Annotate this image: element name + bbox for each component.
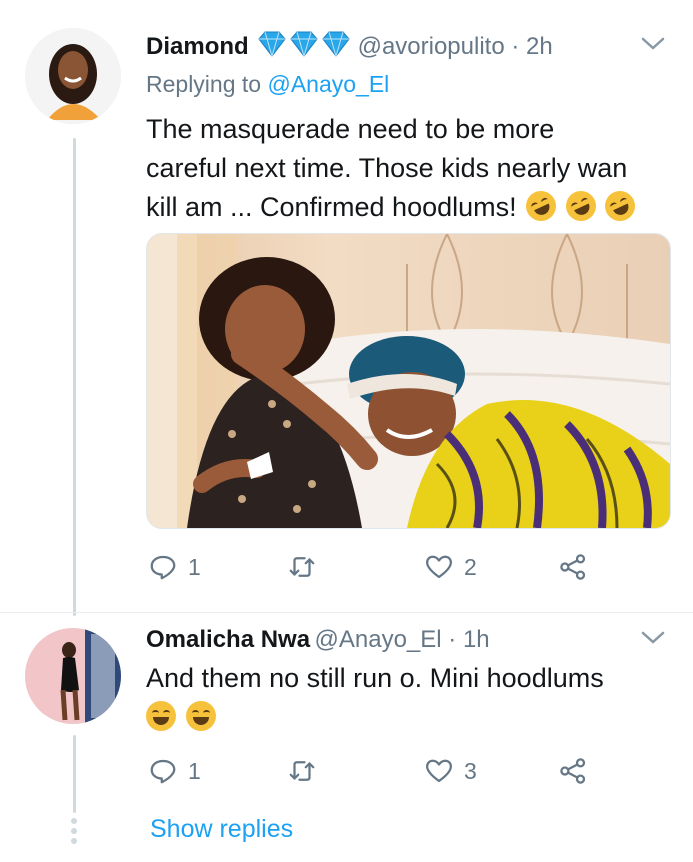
like-count: 2 xyxy=(464,553,477,580)
tweet-text-line: careful next time. Those kids nearly wan xyxy=(146,153,628,183)
retweet-button[interactable] xyxy=(287,552,327,582)
share-icon xyxy=(560,758,586,784)
reply-icon xyxy=(150,555,176,580)
display-name[interactable]: Omalicha Nwa xyxy=(146,626,310,653)
like-icon xyxy=(426,555,452,579)
timestamp[interactable]: 2h xyxy=(526,33,553,60)
diamond-icon xyxy=(257,30,353,63)
share-icon xyxy=(560,554,586,580)
thread-line xyxy=(73,138,76,616)
replying-prefix: Replying to xyxy=(146,71,268,97)
show-replies-link[interactable]: Show replies xyxy=(150,815,293,844)
reply-button[interactable]: 1 xyxy=(148,552,201,582)
retweet-icon xyxy=(289,557,315,577)
laughing-emoji xyxy=(185,701,216,731)
reply-icon xyxy=(150,759,176,784)
like-button[interactable]: 3 xyxy=(424,756,477,786)
retweet-button[interactable] xyxy=(287,756,327,786)
like-icon xyxy=(426,759,452,783)
timestamp[interactable]: 1h xyxy=(463,626,490,653)
chevron-down-icon[interactable] xyxy=(640,34,666,54)
retweet-icon xyxy=(289,761,315,781)
reply-count: 1 xyxy=(188,757,201,784)
thread-line-2 xyxy=(73,735,76,813)
like-button[interactable]: 2 xyxy=(424,552,477,582)
handle[interactable]: @avoriopulito xyxy=(358,33,505,60)
tweet-text-line: And them no still run o. Mini hoodlums xyxy=(146,663,604,693)
tweet-text: The masquerade need to be more careful n… xyxy=(146,110,676,227)
separator: · xyxy=(441,626,463,653)
thread-dots xyxy=(71,818,77,844)
reply-count: 1 xyxy=(188,553,201,580)
handle[interactable]: @Anayo_El xyxy=(315,626,442,653)
tweet-text-line: The masquerade need to be more xyxy=(146,114,555,144)
tweet-photo[interactable] xyxy=(146,233,671,529)
replying-mention[interactable]: @Anayo_El xyxy=(267,71,389,97)
tweet-text-line-3: kill am ... Confirmed hoodlums! xyxy=(146,186,676,227)
like-count: 3 xyxy=(464,757,477,784)
share-button[interactable] xyxy=(558,756,588,786)
divider xyxy=(0,612,693,613)
tweet-text: And them no still run o. Mini hoodlums xyxy=(146,659,676,737)
tweet-header: Omalicha Nwa @Anayo_El · 1h xyxy=(146,626,490,654)
tweet-emoji-row xyxy=(146,698,676,737)
tweet-text-line: kill am ... Confirmed hoodlums! xyxy=(146,192,517,222)
separator: · xyxy=(504,33,527,60)
laughing-emoji xyxy=(600,186,641,226)
replying-to: Replying to @Anayo_El xyxy=(146,71,389,98)
avatar[interactable] xyxy=(25,628,121,724)
share-button[interactable] xyxy=(558,552,588,582)
laughing-emoji xyxy=(560,186,601,226)
laughing-emoji xyxy=(146,701,176,731)
tweet-header: Diamond @avoriopulito · 2h xyxy=(146,30,553,63)
reply-button[interactable]: 1 xyxy=(148,756,201,786)
display-name[interactable]: Diamond xyxy=(146,33,249,60)
chevron-down-icon[interactable] xyxy=(640,628,666,648)
avatar[interactable] xyxy=(25,28,121,124)
laughing-emoji xyxy=(521,186,562,226)
